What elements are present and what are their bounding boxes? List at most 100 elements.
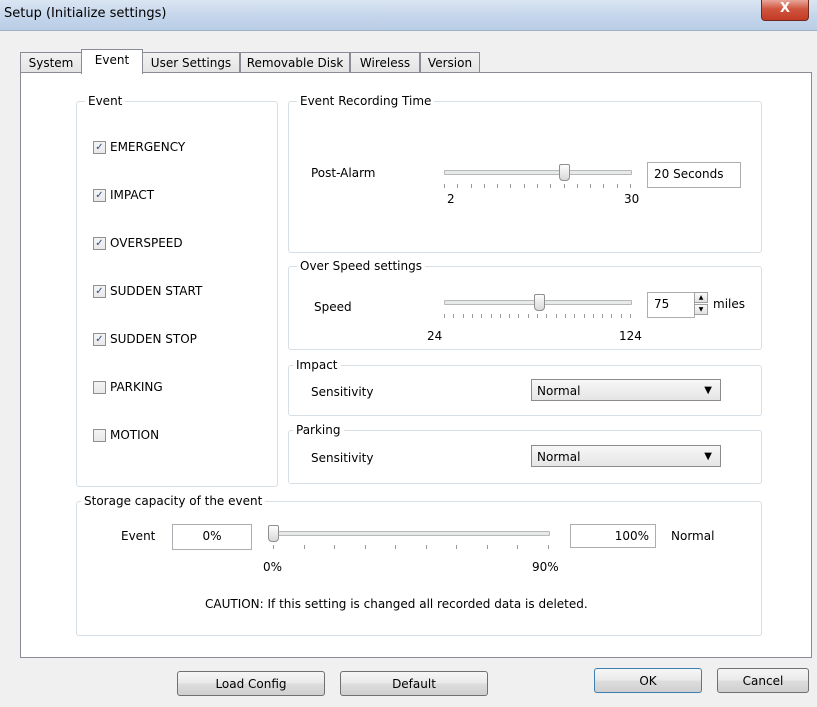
slider-tick: [523, 184, 525, 188]
impact-sensitivity-select[interactable]: Normal ▼: [531, 379, 721, 401]
slider-tick: [490, 314, 492, 318]
slider-tick: [444, 314, 445, 318]
slider-tick: [550, 184, 552, 188]
tab-user-settings[interactable]: User Settings: [142, 52, 240, 73]
slider-tick: [576, 184, 578, 188]
slider-tick: [518, 314, 520, 318]
event-checkbox-label: OVERSPEED: [110, 236, 183, 250]
event-checkbox-row[interactable]: ✓ SUDDEN START: [93, 284, 202, 298]
setup-dialog: Setup (Initialize settings) X System Eve…: [0, 0, 817, 707]
storage-capacity-group: Storage capacity of the event Event 0% 0…: [76, 494, 762, 636]
slider-tick: [273, 545, 274, 549]
slider-tick: [630, 314, 631, 318]
slider-tick: [590, 184, 592, 188]
post-alarm-value-field[interactable]: 20 Seconds: [647, 162, 741, 188]
title-bar[interactable]: Setup (Initialize settings) X: [0, 0, 817, 31]
window-title: Setup (Initialize settings): [4, 6, 167, 21]
speed-min-label: 24: [427, 329, 443, 343]
slider-tick: [603, 184, 605, 188]
storage-event-value-field[interactable]: 0%: [172, 524, 252, 550]
tab-wireless[interactable]: Wireless: [350, 52, 420, 73]
slider-tick: [620, 314, 622, 318]
dropdown-arrow-icon: ▼: [704, 451, 712, 462]
post-alarm-label: Post-Alarm: [311, 166, 376, 180]
speed-max-label: 124: [619, 329, 642, 343]
speed-slider[interactable]: [444, 294, 634, 328]
slider-tick: [537, 314, 538, 318]
speed-spinner[interactable]: ▲ ▼: [694, 292, 708, 315]
slider-thumb[interactable]: [533, 294, 545, 311]
dropdown-arrow-icon: ▼: [704, 385, 712, 396]
slider-thumb[interactable]: [268, 525, 279, 542]
storage-min-label: 0%: [263, 560, 283, 574]
slider-tick: [471, 314, 473, 318]
tab-system[interactable]: System: [20, 52, 82, 73]
speed-unit: miles: [713, 297, 745, 311]
event-checkbox-row[interactable]: ✓ SUDDEN STOP: [93, 332, 197, 346]
slider-tick: [563, 184, 565, 188]
tab-removable-disk[interactable]: Removable Disk: [240, 52, 350, 73]
slider-tick: [555, 314, 557, 318]
parking-sensitivity-select[interactable]: Normal ▼: [531, 445, 721, 467]
ok-button[interactable]: OK: [594, 668, 702, 693]
load-config-button[interactable]: Load Config: [177, 671, 325, 696]
event-checkbox-label: PARKING: [110, 380, 163, 394]
event-checkbox-row[interactable]: ✓ EMERGENCY: [93, 140, 185, 154]
default-button[interactable]: Default: [340, 671, 488, 696]
parking-group: Parking Sensitivity Normal ▼: [288, 423, 762, 484]
slider-tick: [425, 545, 427, 549]
tab-version[interactable]: Version: [420, 52, 480, 73]
checkbox-checked-icon[interactable]: ✓: [93, 332, 106, 346]
slider-tick: [537, 184, 538, 188]
slider-tick: [334, 545, 336, 549]
storage-slider[interactable]: [268, 525, 553, 559]
storage-caution-text: CAUTION: If this setting is changed all …: [205, 597, 588, 611]
slider-tick: [462, 314, 464, 318]
event-checkbox-label: SUDDEN START: [110, 284, 203, 298]
event-checkbox-row[interactable]: ✓ OVERSPEED: [93, 236, 183, 250]
checkbox-checked-icon[interactable]: ✓: [93, 188, 106, 202]
slider-tick: [470, 184, 472, 188]
spin-down-icon[interactable]: ▼: [694, 304, 708, 315]
slider-tick: [630, 184, 631, 188]
checkbox-checked-icon[interactable]: ✓: [93, 284, 106, 298]
post-alarm-min-label: 2: [447, 192, 455, 206]
slider-tick: [303, 545, 305, 549]
cancel-button[interactable]: Cancel: [717, 668, 809, 693]
tab-event[interactable]: Event: [81, 49, 143, 74]
speed-label: Speed: [314, 300, 352, 314]
impact-legend: Impact: [293, 358, 341, 372]
event-group-legend: Event: [85, 94, 126, 108]
checkbox-checked-icon[interactable]: ✓: [93, 140, 106, 154]
checkbox-unchecked-icon[interactable]: [93, 380, 106, 394]
slider-tick: [510, 184, 512, 188]
slider-tick: [499, 314, 501, 318]
slider-tick: [444, 184, 445, 188]
event-checkbox-row[interactable]: MOTION: [93, 428, 159, 442]
slider-tick: [486, 545, 488, 549]
event-checkbox-row[interactable]: ✓ IMPACT: [93, 188, 154, 202]
impact-selected-value: Normal: [537, 384, 581, 398]
slider-tick: [483, 184, 485, 188]
slider-tick: [548, 545, 549, 549]
speed-value-field[interactable]: 75: [647, 292, 695, 318]
recording-time-legend: Event Recording Time: [297, 94, 435, 108]
storage-legend: Storage capacity of the event: [81, 494, 266, 508]
post-alarm-slider[interactable]: [444, 164, 634, 198]
post-alarm-max-label: 30: [624, 192, 640, 206]
slider-tick: [574, 314, 576, 318]
event-checkbox-row[interactable]: PARKING: [93, 380, 163, 394]
checkbox-unchecked-icon[interactable]: [93, 428, 106, 442]
slider-thumb[interactable]: [558, 164, 570, 181]
slider-tick: [497, 184, 499, 188]
event-group: Event ✓ EMERGENCY ✓ IMPACT ✓ OVERSPEED ✓ SUDDEN…: [76, 94, 278, 487]
parking-selected-value: Normal: [537, 450, 581, 464]
event-checkbox-label: SUDDEN STOP: [110, 332, 197, 346]
slider-tick: [517, 545, 519, 549]
checkbox-checked-icon[interactable]: ✓: [93, 236, 106, 250]
spin-up-icon[interactable]: ▲: [694, 292, 708, 303]
storage-normal-value-field[interactable]: 100%: [570, 524, 656, 548]
slider-tick: [364, 545, 366, 549]
slider-tick: [602, 314, 604, 318]
close-button[interactable]: X: [761, 0, 809, 21]
